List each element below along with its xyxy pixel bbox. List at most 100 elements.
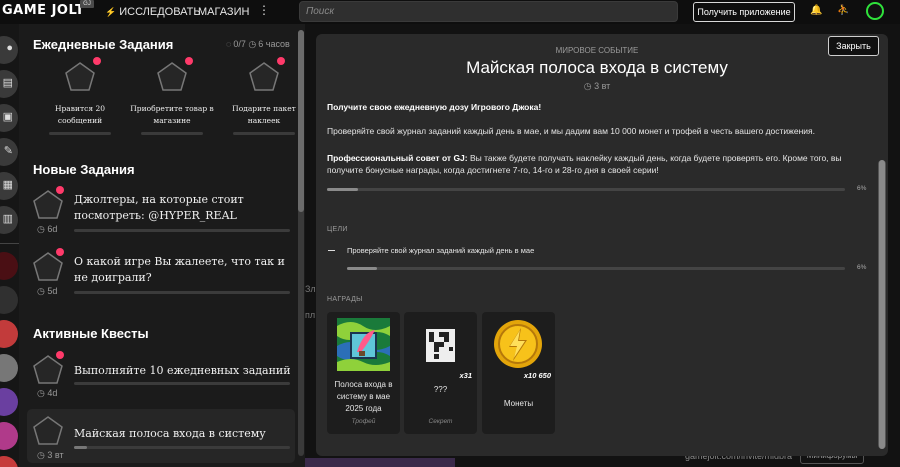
rewards-label: НАГРАДЫ (327, 296, 363, 303)
daily-quest-label: Подарите пакет наклеек (232, 104, 296, 125)
reward-quantity: x10 650 (523, 371, 551, 380)
goal-dash-icon (328, 250, 335, 251)
chat-icon: ▦ (2, 179, 13, 191)
reward-card-trophy[interactable]: Полоса входа в систему в мае 2025 года Т… (327, 312, 400, 434)
modal-scrollbar[interactable] (878, 160, 886, 449)
background-text: пл (305, 310, 316, 320)
clock-icon: ◷ (583, 81, 595, 91)
get-app-button[interactable]: Получить приложение (693, 2, 795, 22)
notification-dot (185, 57, 193, 65)
quest-item[interactable]: ◷ 6d Джолтеры, на которые стоит посмотре… (27, 186, 295, 238)
quest-time-value: 5d (47, 286, 58, 296)
rail-store-button[interactable]: ▤ (0, 70, 18, 98)
clock-icon: ◷ (37, 286, 48, 296)
trophy-art-icon (337, 318, 390, 371)
bell-icon[interactable]: 🔔 (810, 5, 822, 16)
goal-progress-fill (347, 267, 377, 270)
reward-name: Монеты (503, 399, 534, 408)
clock-icon: ◷ (37, 224, 48, 234)
coin-icon (494, 320, 542, 368)
user-avatar[interactable] (866, 2, 884, 20)
clock-icon: ◷ (37, 388, 48, 398)
daily-quest-card[interactable]: Приобретите товар в магазине (127, 57, 217, 135)
rail-inventory-button[interactable]: ▣ (0, 104, 18, 132)
modal-kicker: МИРОВОЕ СОБЫТИЕ (555, 46, 639, 55)
quest-pentagon-icon (63, 60, 97, 94)
modal-time-value: 3 вт (594, 81, 611, 91)
nav-explore-label: ИССЛЕДОВАТЬ (119, 6, 201, 18)
compass-icon: ⚡ (105, 7, 117, 17)
rail-community-2[interactable] (0, 286, 18, 314)
reward-quantity: x31 (459, 371, 472, 380)
logo-badge: GJ (80, 0, 94, 8)
quest-progress-fill (74, 446, 87, 449)
quest-item[interactable]: ◷ 4d Выполняйте 10 ежедневных заданий (27, 351, 295, 401)
quest-progress (74, 446, 290, 449)
quest-title: О какой игре Вы жалеете, что так и не до… (74, 255, 285, 284)
notification-dot (56, 186, 64, 194)
clock-icon: ◷ (248, 39, 257, 49)
rail-community-6[interactable] (0, 422, 18, 450)
quest-progress (74, 229, 290, 232)
rail-community-3[interactable] (0, 320, 18, 348)
rail-community-4[interactable] (0, 354, 18, 382)
rail-chat-button[interactable]: ▦ (0, 172, 18, 200)
daily-quest-label: Нравится 20 сообщений (54, 104, 106, 125)
quest-progress-fill (327, 188, 359, 191)
nav-explore[interactable]: ⚡ ИССЛЕДОВАТЬ (105, 6, 201, 18)
quest-progress (74, 291, 290, 294)
clock-icon: ◷ (37, 450, 48, 460)
reward-card-coins[interactable]: x10 650 Монеты (482, 312, 555, 434)
modal-description: Проверяйте свой журнал заданий каждый де… (327, 126, 815, 136)
quest-title: Выполняйте 10 ежедневных заданий (74, 364, 291, 377)
rail-stats-button[interactable]: ▥ (0, 206, 18, 234)
left-rail: ● ▤ ▣ ✎ ▦ ▥ (0, 24, 19, 467)
daily-quest-card[interactable]: Нравится 20 сообщений (35, 57, 125, 135)
daily-quest-card[interactable]: Подарите пакет наклеек (219, 57, 305, 135)
search-input[interactable]: Поиск (299, 1, 678, 22)
reward-card-secret[interactable]: x31 ??? Секрет (404, 312, 477, 434)
gamejolt-logo[interactable]: GAME JOLT (2, 3, 84, 18)
rail-community-1[interactable] (0, 252, 18, 280)
quest-progress-percent: 6% (857, 185, 867, 192)
quest-item[interactable]: ◷ 5d О какой игре Вы жалеете, что так и … (27, 248, 295, 300)
daily-quests-meta: ◌ 0/7 ◷ 6 часов (226, 39, 290, 50)
quests-panel: Ежедневные Задания ◌ 0/7 ◷ 6 часов Нравитс… (19, 24, 305, 467)
modal-title: Майская полоса входа в систему (466, 58, 728, 77)
daily-quests-title: Ежедневные Задания (33, 37, 174, 52)
quest-item-selected[interactable]: ◷ 3 вт Майская полоса входа в систему (27, 409, 295, 463)
rail-community-5[interactable] (0, 388, 18, 416)
rail-quests-button[interactable]: ✎ (0, 138, 18, 166)
active-quests-title: Активные Квесты (33, 326, 149, 341)
quest-time: ◷ 5d (37, 286, 57, 297)
quest-modal: Закрыть МИРОВОЕ СОБЫТИЕ Майская полоса в… (316, 34, 888, 456)
goal-progress-bar (347, 267, 845, 270)
search-placeholder: Поиск (306, 6, 335, 17)
rail-community-7[interactable] (0, 456, 18, 467)
modal-time: ◷ 3 вт (316, 81, 878, 92)
user-icon: ● (6, 42, 13, 54)
quests-scrollbar-thumb[interactable] (298, 30, 304, 212)
rail-profile-button[interactable]: ● (0, 36, 18, 64)
rail-divider (0, 243, 19, 244)
friends-icon[interactable]: ⛹ (837, 5, 849, 16)
kebab-icon[interactable]: ⋮ (258, 3, 270, 17)
nav-store[interactable]: МАГАЗИН (198, 6, 249, 18)
quest-pentagon-icon (247, 60, 281, 94)
new-quests-title: Новые Задания (33, 162, 135, 177)
briefcase-icon: ▣ (2, 111, 13, 123)
top-bar: GAME JOLT GJ ⚡ ИССЛЕДОВАТЬ МАГАЗИН ⋮ Поис… (0, 0, 900, 24)
modal-scrollbar-thumb[interactable] (879, 160, 885, 449)
quest-pentagon-icon (155, 60, 189, 94)
reward-type: Трофей (351, 418, 376, 425)
modal-tip: Профессиональный совет от GJ: Вы также б… (327, 152, 862, 176)
daily-quest-progress (233, 132, 295, 135)
notification-dot (56, 248, 64, 256)
quest-progress-bar (327, 188, 845, 191)
quests-scrollbar[interactable] (298, 30, 304, 456)
stats-icon: ▥ (2, 213, 13, 225)
quest-pentagon-icon (31, 414, 65, 448)
notification-dot (277, 57, 285, 65)
quest-title: Майская полоса входа в систему (74, 427, 266, 440)
secret-sticker-icon (426, 329, 455, 362)
